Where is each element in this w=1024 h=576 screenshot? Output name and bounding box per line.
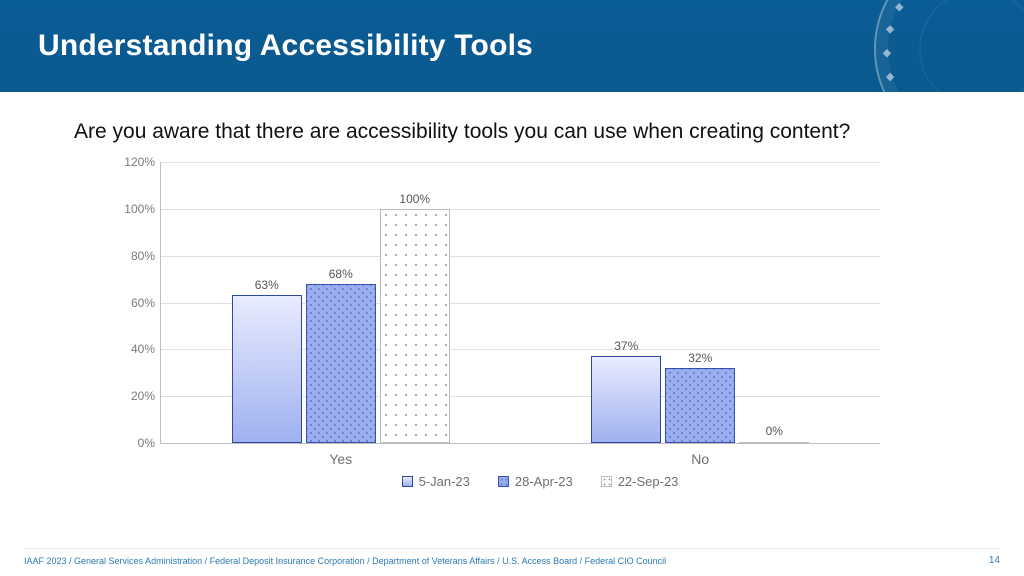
survey-question: Are you aware that there are accessibili… [74, 120, 986, 144]
bar-value-label: 68% [329, 267, 353, 281]
legend-swatch-icon [498, 476, 509, 487]
seal-decor [874, 0, 1024, 92]
footer-credits: IAAF 2023 / General Services Administrat… [24, 556, 666, 566]
bar: 68% [306, 284, 376, 443]
slide-footer: IAAF 2023 / General Services Administrat… [0, 548, 1024, 566]
bar-value-label: 0% [766, 424, 783, 438]
bar-value-label: 63% [255, 278, 279, 292]
bar: 37% [591, 356, 661, 443]
y-tick-label: 40% [111, 342, 155, 356]
bar: 32% [665, 368, 735, 443]
slide-header: Understanding Accessibility Tools [0, 0, 1024, 92]
legend-swatch-icon [601, 476, 612, 487]
legend-item: 5-Jan-23 [402, 474, 470, 489]
bar-value-label: 32% [688, 351, 712, 365]
page-number: 14 [989, 555, 1000, 566]
legend-item: 28-Apr-23 [498, 474, 573, 489]
y-tick-label: 120% [111, 155, 155, 169]
bar: 0% [739, 442, 809, 443]
bar: 100% [380, 209, 450, 443]
y-tick-label: 0% [111, 436, 155, 450]
chart: 0%20%40%60%80%100%120%63%68%100%Yes37%32… [160, 162, 920, 489]
x-category-label: No [691, 451, 709, 467]
legend-label: 22-Sep-23 [618, 474, 679, 489]
legend-label: 5-Jan-23 [419, 474, 470, 489]
y-tick-label: 20% [111, 389, 155, 403]
y-tick-label: 100% [111, 202, 155, 216]
x-category-label: Yes [329, 451, 352, 467]
bar-value-label: 100% [399, 192, 430, 206]
y-tick-label: 80% [111, 249, 155, 263]
y-tick-label: 60% [111, 296, 155, 310]
page-title: Understanding Accessibility Tools [38, 29, 533, 63]
legend-swatch-icon [402, 476, 413, 487]
bar: 63% [232, 295, 302, 443]
chart-plot-area: 0%20%40%60%80%100%120%63%68%100%Yes37%32… [160, 162, 880, 444]
legend-item: 22-Sep-23 [601, 474, 679, 489]
legend-label: 28-Apr-23 [515, 474, 573, 489]
chart-legend: 5-Jan-23 28-Apr-23 22-Sep-23 [160, 474, 920, 489]
bar-value-label: 37% [614, 339, 638, 353]
